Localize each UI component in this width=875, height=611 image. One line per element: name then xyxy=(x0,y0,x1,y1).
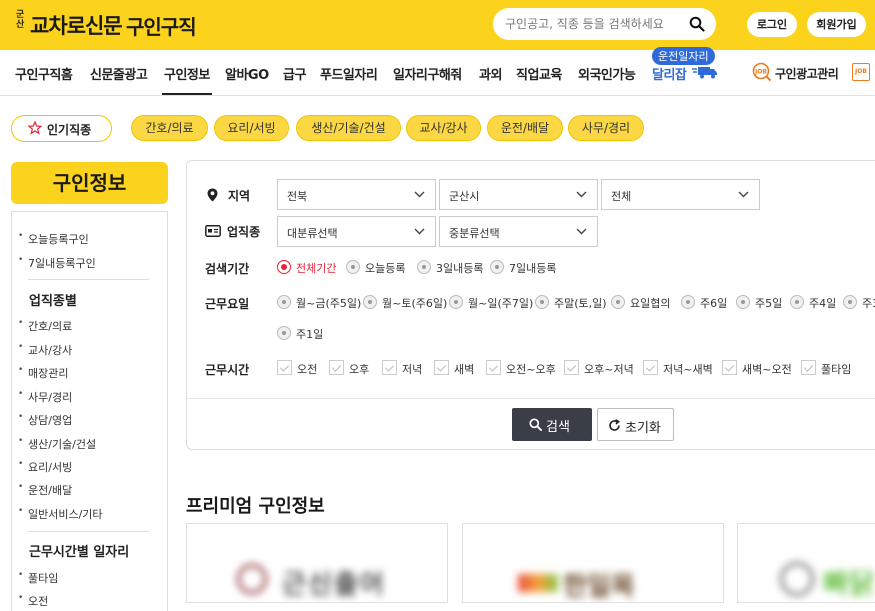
id-card-icon xyxy=(205,225,221,237)
sidebar-item-office[interactable]: 사무/경리 xyxy=(18,389,72,405)
job-board-icon[interactable]: JOB xyxy=(852,63,870,81)
logo-brand[interactable]: 교차로신문 xyxy=(30,10,123,40)
job-search-icon: JOB xyxy=(752,62,772,82)
popular-jobs-button[interactable]: 인기직종 xyxy=(11,115,112,142)
search-icon[interactable] xyxy=(689,16,705,32)
sidebar-item-store[interactable]: 매장관리 xyxy=(18,365,69,381)
sidebar-divider xyxy=(28,279,149,280)
main-nav: 구인구직홈 신문줄광고 구인정보 알바GO 급구 푸드일자리 일자리구해줘 과외… xyxy=(0,50,875,96)
driving-jobs-badge: 운전일자리 xyxy=(652,47,715,65)
premium-job-card[interactable]: 빠닭 xyxy=(737,523,875,603)
signup-button[interactable]: 회원가입 xyxy=(807,12,866,37)
nav-item-tutoring[interactable]: 과외 xyxy=(479,64,502,83)
refresh-icon xyxy=(609,419,620,431)
nav-item-ad-manage[interactable]: 구인광고관리 xyxy=(775,65,839,82)
sidebar-item-teacher[interactable]: 교사/강사 xyxy=(18,342,72,358)
nav-item-food-jobs[interactable]: 푸드일자리 xyxy=(320,64,378,83)
premium-section-title: 프리미엄 구인정보 xyxy=(186,496,325,517)
nav-item-albago[interactable]: 알바GO xyxy=(225,64,269,83)
star-icon xyxy=(28,121,42,135)
premium-job-card[interactable]: 한일목 xyxy=(462,523,724,603)
top-bar: 군산 교차로신문 구인구직 로그인 회원가입 xyxy=(0,0,875,50)
job-category-label: 업직종 xyxy=(227,225,261,239)
delivery-truck-icon xyxy=(692,67,717,79)
sidebar-title: 구인정보 xyxy=(11,162,168,204)
sidebar-item-today[interactable]: 오늘등록구인 xyxy=(18,231,89,247)
nav-item-job-training[interactable]: 직업교육 xyxy=(516,64,562,83)
chevron-down-icon xyxy=(738,191,749,198)
login-button[interactable]: 로그인 xyxy=(747,12,797,37)
category-production[interactable]: 생산/기술/건설 xyxy=(296,115,401,141)
sidebar-heading-industry: 업직종별 xyxy=(29,294,77,309)
major-category-select[interactable]: 대분류선택 xyxy=(277,216,436,247)
nav-item-job-info[interactable]: 구인정보 xyxy=(162,64,212,95)
logo-subtitle[interactable]: 구인구직 xyxy=(126,11,197,40)
region-city-select[interactable]: 군산시 xyxy=(439,179,598,210)
chevron-down-icon xyxy=(414,191,425,198)
sidebar-divider xyxy=(28,531,149,532)
category-nursing[interactable]: 간호/의료 xyxy=(131,115,208,141)
category-office[interactable]: 사무/경리 xyxy=(568,115,644,141)
svg-text:JOB: JOB xyxy=(754,69,767,76)
reset-button[interactable]: 초기화 xyxy=(597,408,674,441)
popular-jobs-label: 인기직종 xyxy=(47,123,92,137)
sidebar-item-fulltime[interactable]: 풀타임 xyxy=(18,570,59,586)
premium-job-card[interactable]: 근신출어 xyxy=(186,523,448,603)
nav-item-foreigner-ok[interactable]: 외국인가능 xyxy=(578,64,636,83)
chevron-down-icon xyxy=(414,228,425,235)
chevron-down-icon xyxy=(576,228,587,235)
sidebar-item-sales[interactable]: 상담/영업 xyxy=(18,412,72,428)
nav-item-home[interactable]: 구인구직홈 xyxy=(15,64,73,83)
sidebar-heading-time: 근무시간별 일자리 xyxy=(29,545,130,560)
sidebar-item-cooking[interactable]: 요리/서빙 xyxy=(18,459,72,475)
category-driving[interactable]: 운전/배달 xyxy=(487,115,563,141)
logo-region: 군산 xyxy=(16,10,25,30)
location-pin-icon xyxy=(207,188,218,202)
region-district-select[interactable]: 전체 xyxy=(601,179,760,210)
nav-item-urgent[interactable]: 급구 xyxy=(283,64,306,83)
work-hours-label: 근무시간 xyxy=(205,363,250,377)
sidebar-item-nursing[interactable]: 간호/의료 xyxy=(18,318,72,334)
search-input[interactable] xyxy=(505,15,685,33)
work-days-label: 근무요일 xyxy=(205,297,250,311)
sidebar-item-production[interactable]: 생산/기술/건설 xyxy=(18,436,96,452)
category-teacher[interactable]: 교사/강사 xyxy=(406,115,481,141)
minor-category-select[interactable]: 중분류선택 xyxy=(439,216,598,247)
nav-item-find-job[interactable]: 일자리구해줘 xyxy=(393,64,462,83)
nav-item-dallijob[interactable]: 달리잡 xyxy=(652,64,687,83)
chevron-down-icon xyxy=(576,191,587,198)
search-box xyxy=(493,8,716,40)
sidebar-item-service[interactable]: 일반서비스/기타 xyxy=(18,506,102,522)
search-period-label: 검색기간 xyxy=(205,262,250,276)
sidebar-item-7days[interactable]: 7일내등록구인 xyxy=(18,255,96,271)
category-cooking[interactable]: 요리/서빙 xyxy=(214,115,289,141)
sidebar-item-morning[interactable]: 오전 xyxy=(18,593,48,609)
search-icon xyxy=(529,418,542,431)
filter-divider xyxy=(187,398,875,399)
sidebar-item-driving[interactable]: 운전/배달 xyxy=(18,482,72,498)
search-button[interactable]: 검색 xyxy=(512,408,592,441)
region-province-select[interactable]: 전북 xyxy=(277,179,436,210)
region-label: 지역 xyxy=(228,189,251,203)
nav-item-newspaper-ads[interactable]: 신문줄광고 xyxy=(90,64,148,83)
